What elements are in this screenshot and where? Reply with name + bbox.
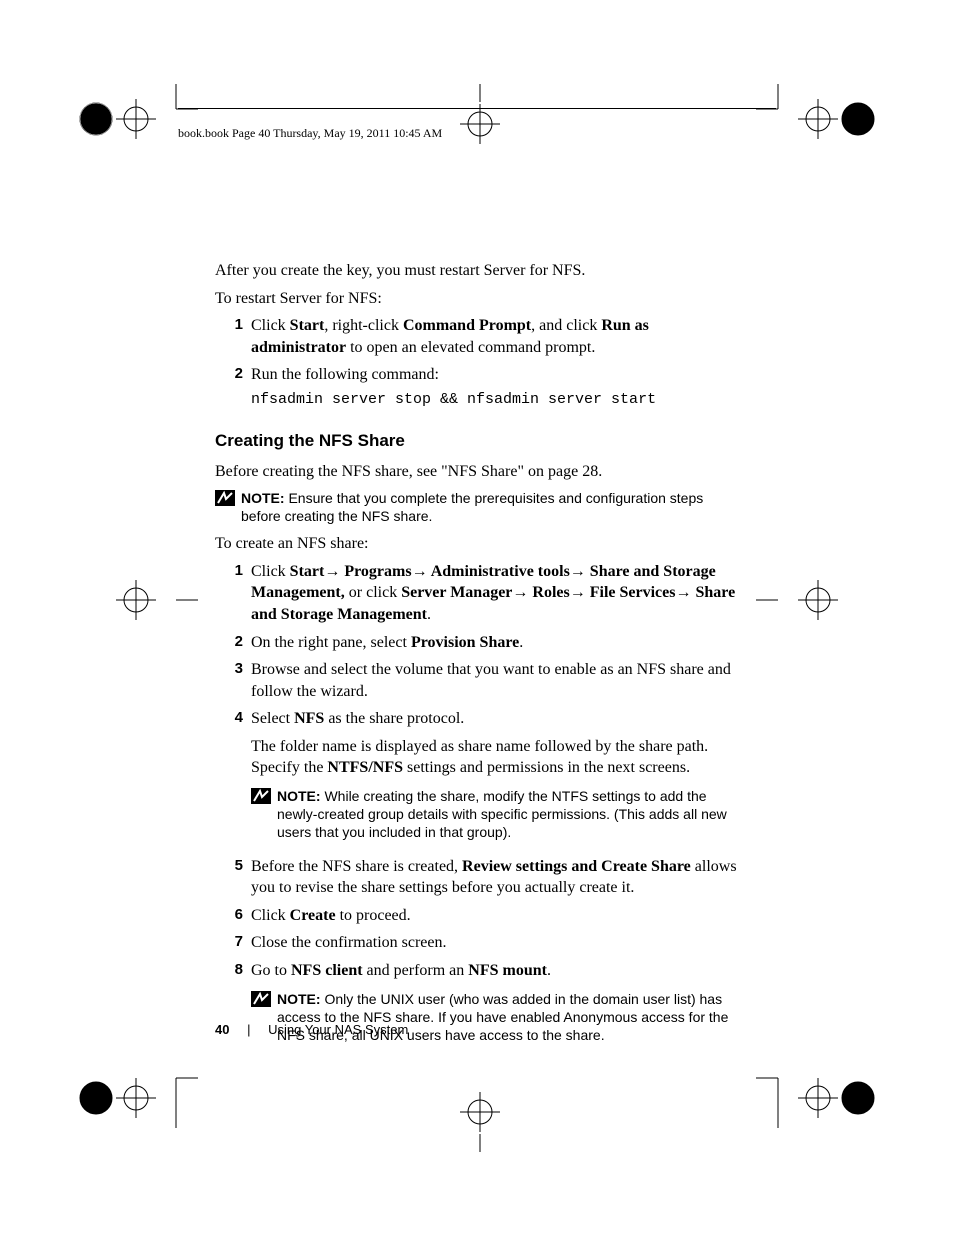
note-icon: [251, 787, 277, 842]
step-body: Browse and select the volume that you wa…: [251, 659, 745, 702]
list-item: 1 Click Start, right-click Command Promp…: [215, 315, 745, 358]
list-item: 2 Run the following command: nfsadmin se…: [215, 364, 745, 410]
crop-mark-icon: [756, 84, 876, 154]
body-text: To create an NFS share:: [215, 533, 745, 555]
list-item: 5 Before the NFS share is created, Revie…: [215, 856, 745, 899]
step-number: 7: [215, 932, 251, 954]
crop-mark-icon: [78, 1038, 198, 1128]
page-content: After you create the key, you must resta…: [215, 260, 745, 1062]
code-block: nfsadmin server stop && nfsadmin server …: [251, 390, 745, 410]
list-item: 3 Browse and select the volume that you …: [215, 659, 745, 702]
step-number: 1: [215, 561, 251, 626]
body-text: The folder name is displayed as share na…: [251, 736, 745, 779]
list-item: 7 Close the confirmation screen.: [215, 932, 745, 954]
note-text: NOTE: Ensure that you complete the prere…: [241, 489, 745, 525]
crop-mark-icon: [78, 570, 198, 630]
body-text: Before creating the NFS share, see "NFS …: [215, 461, 745, 483]
list-item: 1 Click Start→ Programs→ Administrative …: [215, 561, 745, 626]
header-rule: [178, 108, 776, 109]
step-number: 8: [215, 960, 251, 1052]
step-number: 6: [215, 905, 251, 927]
step-body: Run the following command: nfsadmin serv…: [251, 364, 745, 410]
list-item: 8 Go to NFS client and perform an NFS mo…: [215, 960, 745, 1052]
crop-mark-icon: [756, 570, 876, 630]
step-body: Close the confirmation screen.: [251, 932, 745, 954]
footer-separator: |: [247, 1022, 250, 1037]
page-number: 40: [215, 1022, 229, 1037]
crop-mark-icon: [420, 1092, 540, 1152]
step-body: Click Create to proceed.: [251, 905, 745, 927]
body-text: To restart Server for NFS:: [215, 288, 745, 310]
step-body: Click Start→ Programs→ Administrative to…: [251, 561, 745, 626]
note-block: NOTE: While creating the share, modify t…: [251, 787, 745, 842]
step-number: 1: [215, 315, 251, 358]
step-body: On the right pane, select Provision Shar…: [251, 632, 745, 654]
step-body: Click Start, right-click Command Prompt,…: [251, 315, 745, 358]
note-text: NOTE: While creating the share, modify t…: [277, 787, 745, 842]
step-number: 2: [215, 364, 251, 410]
step-body: Select NFS as the share protocol. The fo…: [251, 708, 745, 849]
running-header: book.book Page 40 Thursday, May 19, 2011…: [178, 126, 442, 141]
step-number: 5: [215, 856, 251, 899]
footer-section: Using Your NAS System: [268, 1022, 408, 1037]
step-number: 4: [215, 708, 251, 849]
list-item: 4 Select NFS as the share protocol. The …: [215, 708, 745, 849]
step-body: Go to NFS client and perform an NFS moun…: [251, 960, 745, 1052]
note-block: NOTE: Ensure that you complete the prere…: [215, 489, 745, 525]
list-item: 6 Click Create to proceed.: [215, 905, 745, 927]
list-item: 2 On the right pane, select Provision Sh…: [215, 632, 745, 654]
page-footer: 40 | Using Your NAS System: [215, 1022, 408, 1037]
crop-mark-icon: [78, 84, 198, 154]
create-steps-list: 1 Click Start→ Programs→ Administrative …: [215, 561, 745, 1052]
crop-mark-icon: [756, 1038, 876, 1128]
section-heading: Creating the NFS Share: [215, 430, 745, 453]
note-icon: [215, 489, 241, 525]
restart-steps-list: 1 Click Start, right-click Command Promp…: [215, 315, 745, 410]
step-number: 3: [215, 659, 251, 702]
body-text: After you create the key, you must resta…: [215, 260, 745, 282]
step-body: Before the NFS share is created, Review …: [251, 856, 745, 899]
step-number: 2: [215, 632, 251, 654]
